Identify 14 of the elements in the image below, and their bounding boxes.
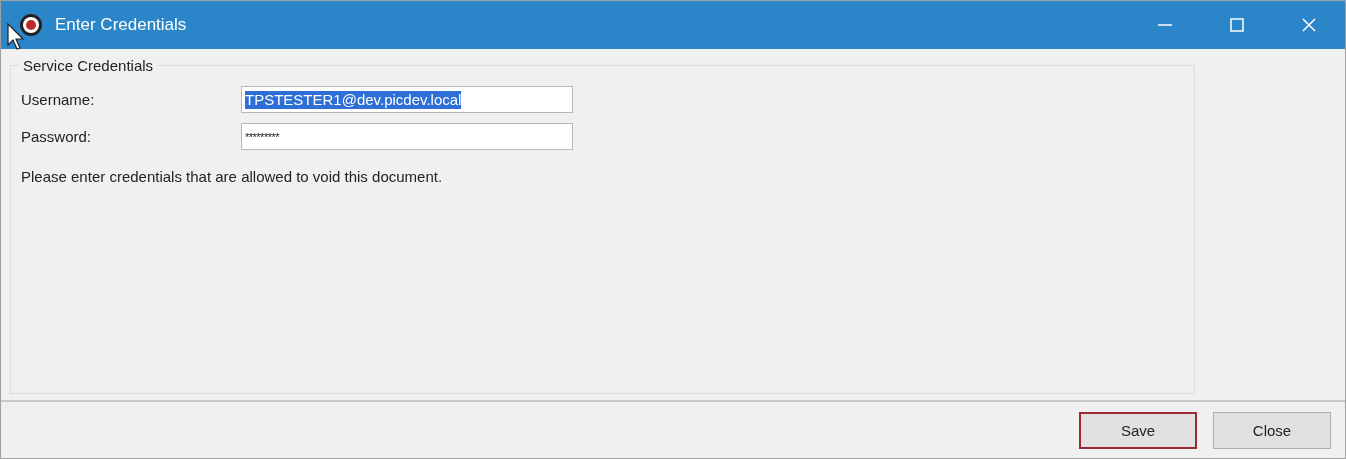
maximize-icon (1229, 17, 1245, 33)
app-icon (19, 13, 43, 37)
dialog-button[interactable]: Close (1213, 411, 1331, 449)
minimize-icon (1158, 24, 1172, 26)
group-title: Service Credentials (19, 57, 158, 74)
mouse-pointer-icon (7, 23, 27, 51)
field-label: Password: (21, 128, 93, 145)
username-field[interactable]: TPSTESTER1@dev.picdev.local (241, 86, 573, 113)
window-title: Enter Credentials (55, 15, 187, 35)
dialog-button[interactable]: Save (1079, 411, 1197, 449)
close-icon (1301, 17, 1317, 33)
field-label: Username: (21, 91, 96, 108)
instruction-text: Please enter credentials that are allowed to void this document. (21, 168, 444, 185)
password-field[interactable]: ********* (241, 123, 573, 150)
